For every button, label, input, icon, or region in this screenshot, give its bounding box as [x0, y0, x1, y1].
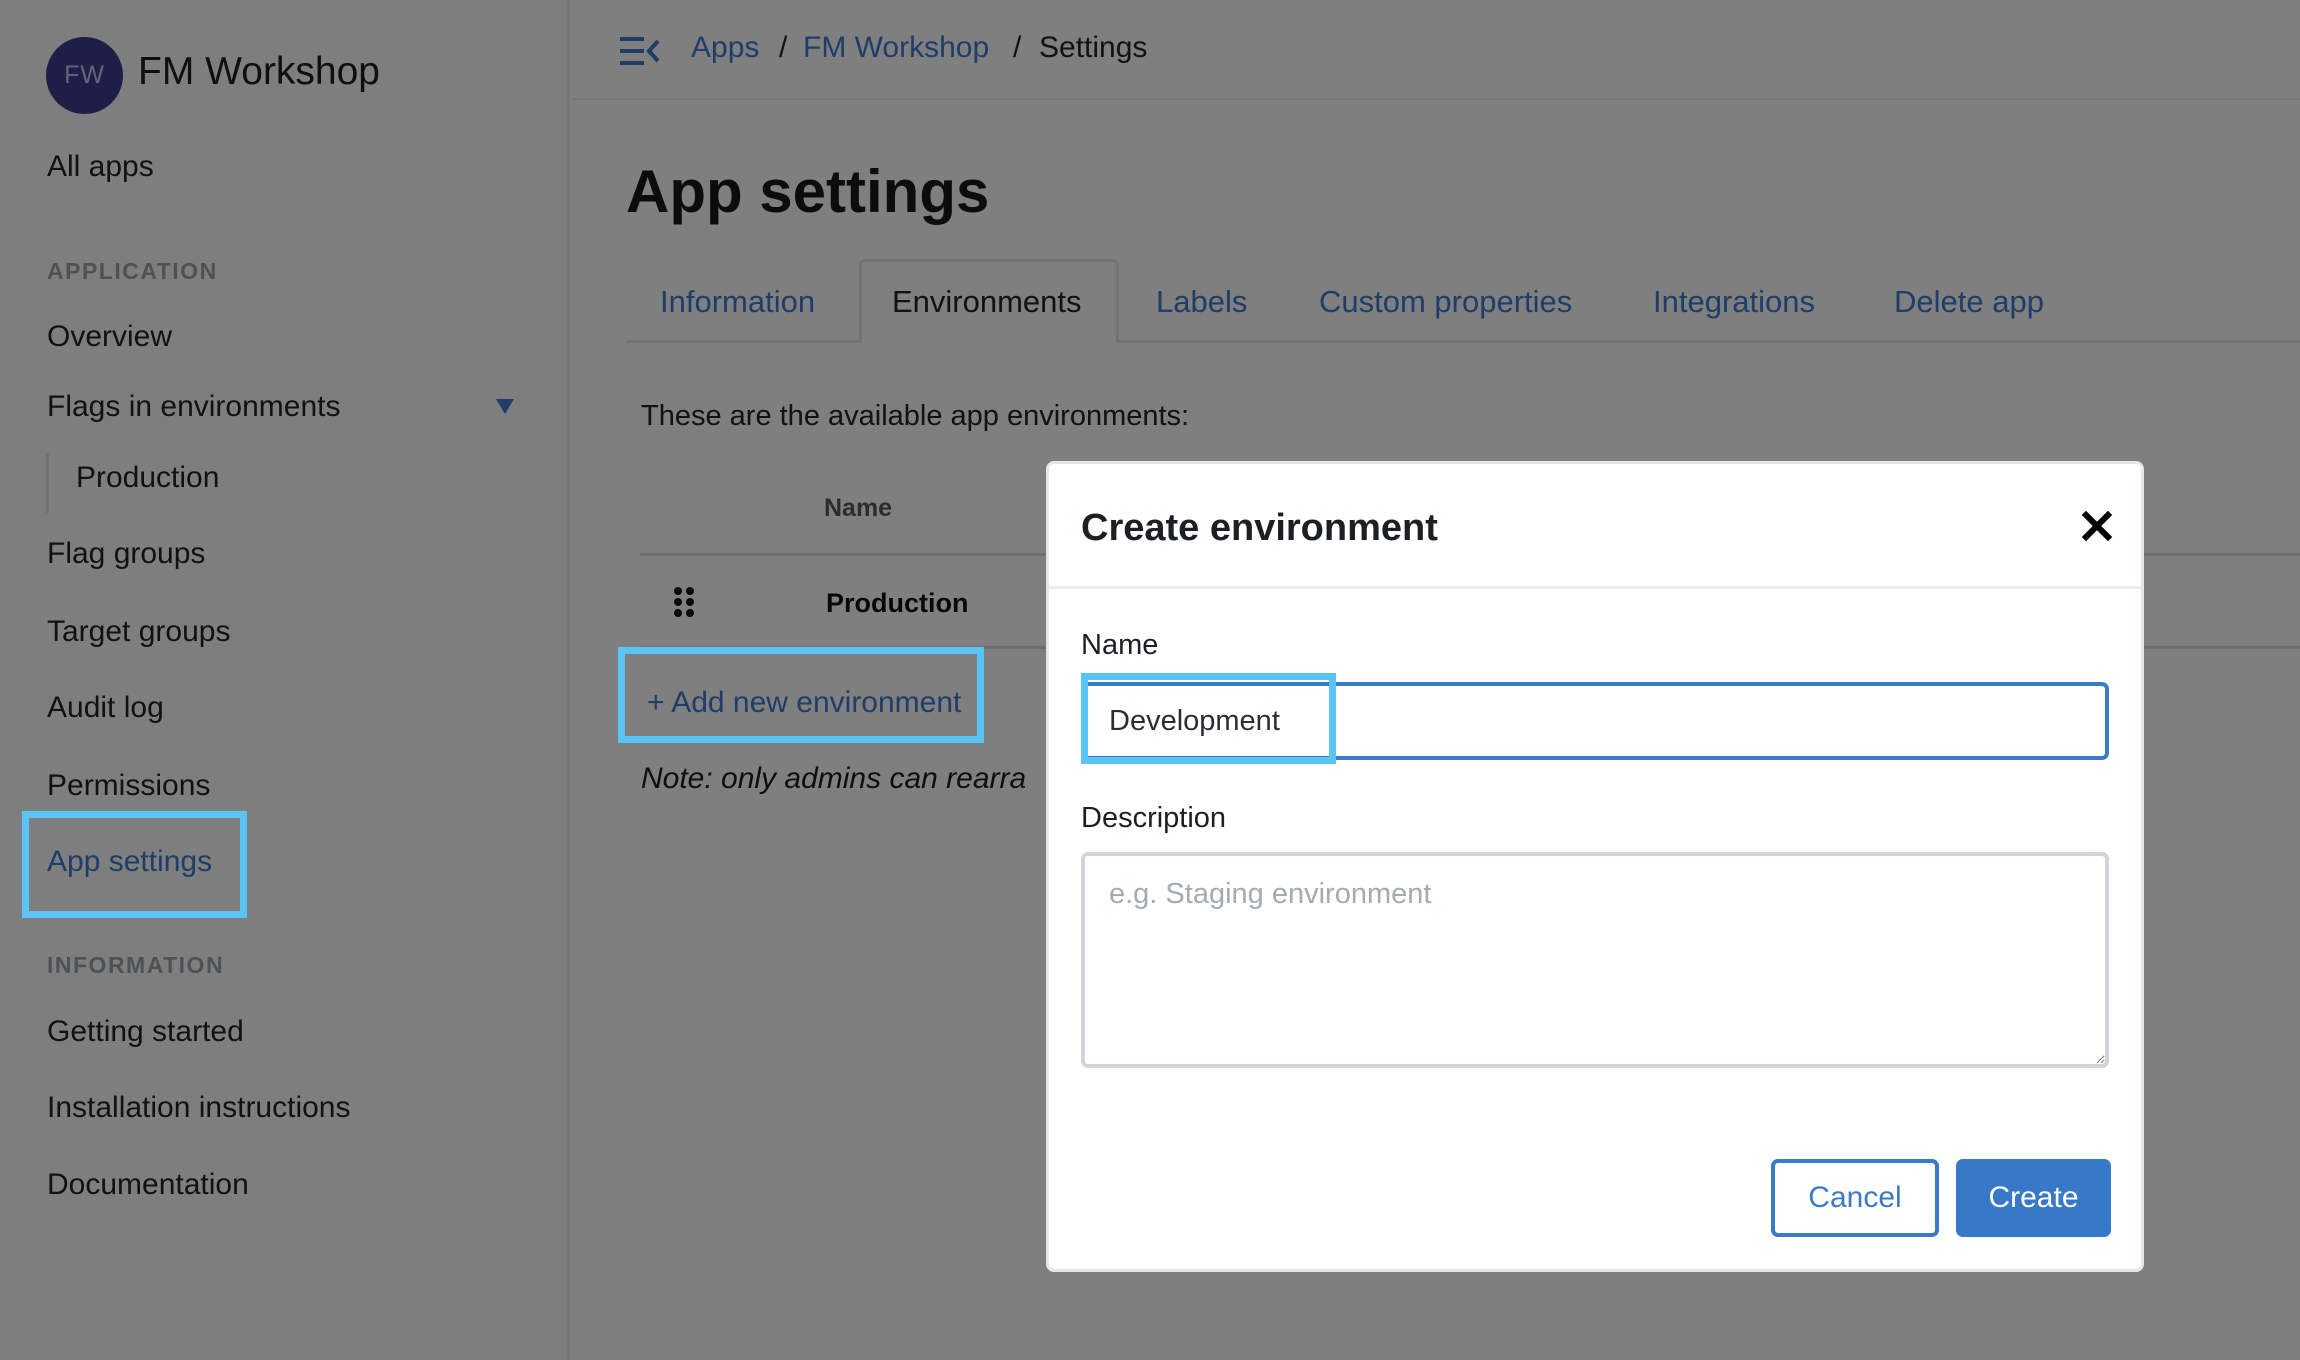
cancel-button[interactable]: Cancel	[1771, 1159, 1939, 1237]
highlight-app-settings	[22, 811, 247, 918]
description-label: Description	[1081, 802, 1227, 834]
close-icon[interactable]	[2079, 508, 2115, 544]
create-environment-dialog: Create environment Name Description Canc…	[1046, 461, 2144, 1272]
modal-header: Create environment	[1049, 464, 2141, 589]
highlight-name-input	[1081, 673, 1336, 764]
description-textarea[interactable]	[1081, 852, 2109, 1068]
create-button[interactable]: Create	[1956, 1159, 2111, 1237]
modal-title: Create environment	[1081, 507, 1438, 549]
name-label: Name	[1081, 629, 1159, 661]
highlight-add-environment	[618, 647, 984, 743]
